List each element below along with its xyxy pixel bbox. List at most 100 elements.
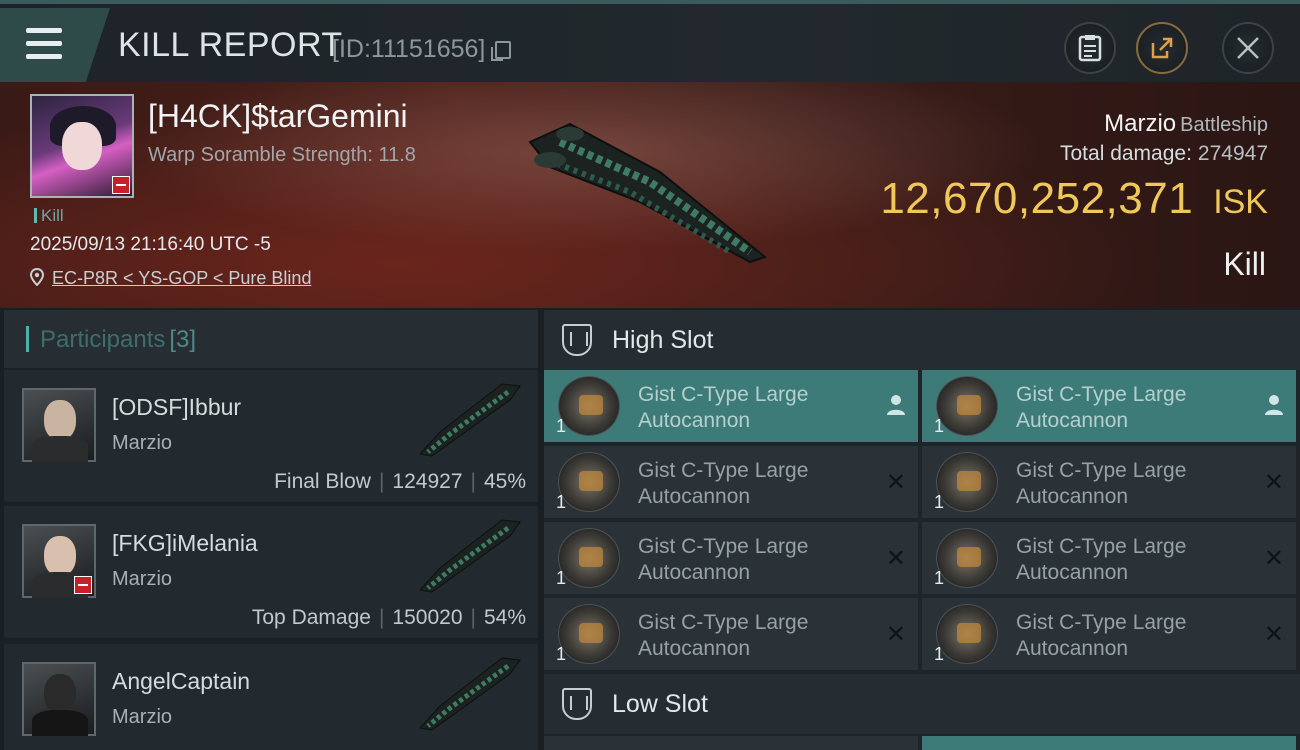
location-pin-icon (30, 268, 44, 286)
autocannon-icon (936, 604, 998, 664)
high-slot-header: High Slot (544, 310, 1300, 370)
location-link[interactable]: EC-P8R < YS-GOP < Pure Blind (52, 268, 311, 289)
isk-value: 12,670,252,371 (880, 174, 1194, 223)
hostile-badge (74, 576, 92, 594)
module-item[interactable]: 1 Gist C-Type Large Autocannon (922, 370, 1296, 442)
participant-card[interactable]: AngelCaptain Marzio (4, 644, 538, 750)
module-name: Gist C-Type Large Autocannon (638, 610, 868, 662)
module-quantity: 1 (934, 644, 945, 664)
participant-name: [FKG]iMelania (112, 530, 258, 556)
participant-damage: 124927 (392, 470, 463, 493)
module-name: Gist C-Type Large Autocannon (1016, 534, 1246, 586)
module-name-line1: Gist C-Type Large (1016, 383, 1187, 406)
module-item[interactable]: 1 Gist C-Type Large Autocannon ✕ (544, 522, 918, 594)
module-item[interactable] (922, 736, 1296, 750)
autocannon-icon (936, 452, 998, 512)
module-quantity: 1 (556, 492, 567, 512)
ship-class: Battleship (1180, 114, 1268, 136)
module-name-line2: Autocannon (638, 637, 751, 660)
module-name-line2: Autocannon (638, 561, 751, 584)
participant-card[interactable]: [FKG]iMelania Marzio Top Damage | 150020 | 5… (4, 506, 538, 640)
victim-header: Kill [H4CK]$tarGemini Warp Soramble Stre… (0, 82, 1300, 308)
kill-result: Kill (1223, 246, 1266, 282)
shield-slot-icon (562, 324, 592, 356)
avatar-body (32, 710, 88, 736)
module-quantity: 1 (556, 644, 567, 664)
module-item[interactable] (544, 736, 918, 750)
module-name-line2: Autocannon (638, 485, 751, 508)
module-item[interactable]: 1 Gist C-Type Large Autocannon ✕ (544, 598, 918, 670)
module-quantity: 1 (934, 568, 945, 588)
warp-scramble-strength: Warp Soramble Strength: 11.8 (148, 144, 416, 166)
separator: | (470, 470, 476, 493)
autocannon-icon (936, 376, 998, 436)
participant-ship: Marzio (112, 568, 173, 590)
page-title: KILL REPORT (118, 26, 343, 64)
destroyed-icon: ✕ (885, 545, 906, 572)
clipboard-button[interactable] (1064, 22, 1116, 74)
participant-ship: Marzio (112, 432, 173, 454)
module-item[interactable]: 1 Gist C-Type Large Autocannon ✕ (922, 446, 1296, 518)
module-name: Gist C-Type Large Autocannon (1016, 610, 1246, 662)
accent-bar (26, 326, 29, 352)
module-name: Gist C-Type Large Autocannon (638, 458, 868, 510)
ship-icon (419, 657, 521, 731)
participants-label: Participants (40, 326, 166, 353)
avatar (22, 524, 96, 598)
participant-damage: 150020 (392, 606, 463, 629)
module-item[interactable]: 1 Gist C-Type Large Autocannon (544, 370, 918, 442)
module-name: Gist C-Type Large Autocannon (1016, 458, 1246, 510)
destroyed-icon: ✕ (1263, 545, 1284, 572)
module-item[interactable]: 1 Gist C-Type Large Autocannon ✕ (544, 446, 918, 518)
menu-icon-line (26, 54, 62, 59)
total-damage-value: 274947 (1197, 142, 1268, 165)
ship-icon (419, 519, 521, 593)
autocannon-icon (558, 528, 620, 588)
victim-avatar[interactable] (30, 94, 134, 198)
module-name-line1: Gist C-Type Large (638, 535, 809, 558)
total-damage: Total damage: 274947 (1060, 142, 1268, 166)
top-bar: KILL REPORT [ID:11151656] (0, 0, 1300, 82)
module-item[interactable]: 1 Gist C-Type Large Autocannon ✕ (922, 522, 1296, 594)
module-name-line1: Gist C-Type Large (638, 383, 809, 406)
isk-loss: 12,670,252,371 ISK (880, 174, 1268, 224)
fitting-panel: High Slot 1 Gist C-Type Large Autocannon … (544, 310, 1300, 750)
participant-percent: 54% (483, 606, 526, 629)
module-name-line1: Gist C-Type Large (638, 611, 809, 634)
participant-stats: Top Damage | 150020 | 54% (252, 606, 526, 630)
copy-icon[interactable] (491, 41, 511, 61)
avatar (22, 388, 96, 462)
module-item[interactable]: 1 Gist C-Type Large Autocannon ✕ (922, 598, 1296, 670)
separator: | (378, 606, 385, 629)
participants-header: Participants [3] (4, 310, 538, 368)
avatar-head (44, 536, 76, 576)
ship-icon (419, 383, 521, 457)
participant-ship: Marzio (112, 706, 173, 728)
isk-unit: ISK (1213, 183, 1268, 221)
module-name-line2: Autocannon (1016, 561, 1129, 584)
destroyed-icon: ✕ (885, 469, 906, 496)
module-name-line2: Autocannon (638, 409, 751, 432)
clipboard-icon (1078, 35, 1102, 62)
close-button[interactable] (1222, 22, 1274, 74)
participant-role: Top Damage (251, 606, 371, 629)
report-id: [ID:11151656] (332, 35, 486, 63)
autocannon-icon (558, 452, 620, 512)
menu-icon-line (26, 41, 62, 46)
share-button[interactable] (1136, 22, 1188, 74)
participant-name: [ODSF]Ibbur (112, 394, 242, 420)
avatar-head (44, 674, 76, 714)
participants-panel: Participants [3] [ODSF]Ibbur Marzio Final… (4, 310, 538, 750)
module-name: Gist C-Type Large Autocannon (638, 534, 868, 586)
shield-slot-icon (562, 688, 592, 720)
module-name-line2: Autocannon (1016, 485, 1129, 508)
low-slot-header: Low Slot (544, 674, 1300, 734)
module-name-line1: Gist C-Type Large (1016, 611, 1187, 634)
share-icon (1151, 37, 1173, 59)
kill-tag: Kill (34, 206, 64, 226)
module-name-line1: Gist C-Type Large (638, 459, 809, 482)
participant-card[interactable]: [ODSF]Ibbur Marzio Final Blow | 124927 | 45% (4, 370, 538, 504)
menu-button[interactable] (0, 8, 110, 82)
high-slot-label: High Slot (612, 326, 714, 354)
participants-title: Participants [3] (40, 326, 196, 354)
